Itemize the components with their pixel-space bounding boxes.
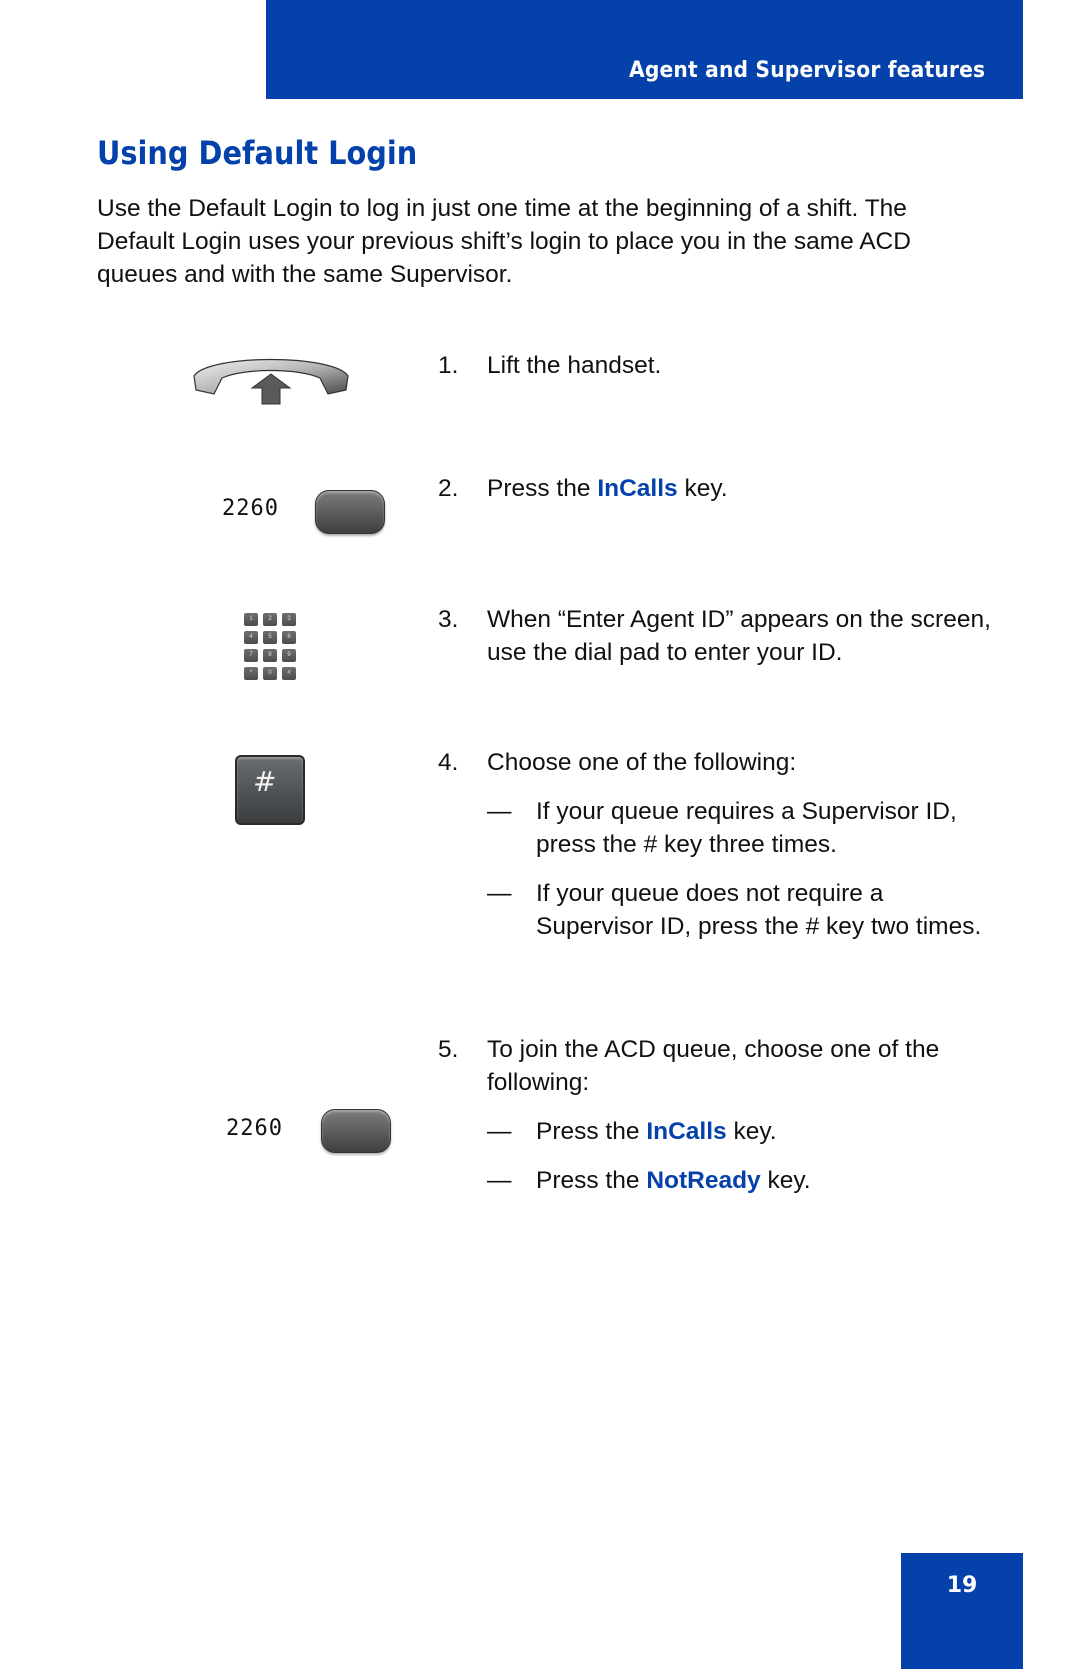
step-text: To join the ACD queue, choose one of the… [487, 1036, 940, 1096]
keypad-key: 1 [244, 613, 258, 626]
dial-pad-icon: 1 2 3 4 5 6 7 8 9 * 0 # [244, 613, 296, 680]
option-text-post: key. [726, 1118, 777, 1145]
step-5: 5. To join the ACD queue, choose one of … [438, 1033, 998, 1197]
dash: — [487, 798, 512, 825]
step-option: — If your queue does not require a Super… [487, 877, 998, 943]
keypad-key: 2 [263, 613, 277, 626]
option-text: If your queue requires a Supervisor ID, … [536, 798, 957, 858]
dash: — [487, 1167, 512, 1194]
step-number: 2. [438, 475, 459, 502]
page-title: Using Default Login [97, 134, 418, 172]
option-text-post: key. [760, 1167, 811, 1194]
step-1: 1. Lift the handset. [438, 349, 998, 382]
dash: — [487, 880, 512, 907]
keypad-key: 9 [282, 649, 296, 662]
handset-lift-icon [193, 358, 349, 405]
keypad-key: 0 [263, 667, 277, 680]
section-header-bar: Agent and Supervisor features [266, 0, 1023, 99]
section-header-title: Agent and Supervisor features [628, 58, 985, 83]
keypad-key: 4 [244, 631, 258, 644]
step-number: 3. [438, 606, 459, 633]
keypad-key: # [282, 667, 296, 680]
key-name-notready: NotReady [646, 1167, 761, 1194]
hash-key-label: # [253, 765, 277, 798]
hash-key-icon: # [235, 755, 305, 825]
keypad-key: 5 [263, 631, 277, 644]
option-text: Press the InCalls key. [536, 1115, 998, 1148]
step-option: — Press the NotReady key. [487, 1164, 998, 1197]
step-text: Choose one of the following: [487, 749, 797, 776]
keypad-key: 7 [244, 649, 258, 662]
option-text-pre: Press the [536, 1118, 647, 1145]
option-text-pre: Press the [536, 1167, 647, 1194]
step-2: 2. Press the InCalls key. [438, 472, 998, 505]
step-text: When “Enter Agent ID” appears on the scr… [487, 606, 991, 666]
page-number-box: 19 [901, 1553, 1023, 1669]
keypad-key: 6 [282, 631, 296, 644]
incalls-softkey-icon-2 [321, 1109, 391, 1153]
step-text: Press the InCalls key. [487, 472, 998, 505]
keypad-key: 3 [282, 613, 296, 626]
step-option: — Press the InCalls key. [487, 1115, 998, 1148]
key-name-incalls: InCalls [646, 1118, 727, 1145]
step-text: Lift the handset. [487, 352, 662, 379]
step-4: 4. Choose one of the following: — If you… [438, 746, 998, 943]
option-text: Press the NotReady key. [536, 1164, 998, 1197]
keypad-key: * [244, 667, 258, 680]
intro-paragraph: Use the Default Login to log in just one… [97, 195, 911, 288]
step-option: — If your queue requires a Supervisor ID… [487, 795, 998, 861]
step-number: 1. [438, 352, 459, 379]
dash: — [487, 1118, 512, 1145]
keypad-key: 8 [263, 649, 277, 662]
step-number: 4. [438, 749, 459, 776]
step-text-post: key. [677, 475, 728, 502]
step-3: 3. When “Enter Agent ID” appears on the … [438, 603, 998, 669]
key-name-incalls: InCalls [597, 475, 678, 502]
softkey-label-incalls-2: 2260 [226, 1116, 283, 1141]
softkey-label-incalls: 2260 [222, 496, 279, 521]
incalls-softkey-icon [315, 490, 385, 534]
page-number: 19 [946, 1573, 978, 1598]
step-text-pre: Press the [487, 475, 598, 502]
option-text: If your queue does not require a Supervi… [536, 880, 982, 940]
step-number: 5. [438, 1036, 459, 1063]
